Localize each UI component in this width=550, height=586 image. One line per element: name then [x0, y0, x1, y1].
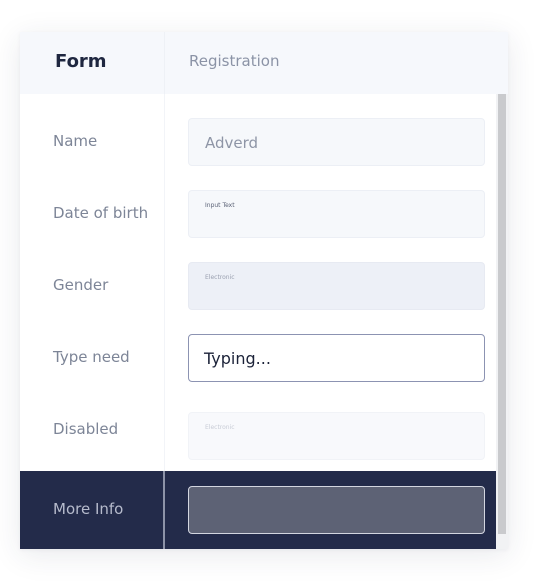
date-of-birth-field[interactable]: Input Text [188, 190, 485, 238]
type-need-label: Type need [53, 348, 130, 366]
header-divider [164, 32, 165, 94]
disabled-label: Disabled [53, 420, 119, 438]
more-info-row: More Info [20, 471, 508, 549]
disabled-field-label: Electronic [205, 424, 235, 431]
name-label: Name [53, 132, 98, 150]
vertical-scrollbar[interactable] [496, 94, 508, 549]
more-info-field[interactable] [188, 486, 485, 534]
form-title: Form [55, 51, 107, 72]
gender-field[interactable]: Electronic [188, 262, 485, 310]
type-need-field-value: Typing... [204, 349, 271, 368]
more-info-divider [163, 471, 165, 549]
name-field[interactable]: Adverd [188, 118, 485, 166]
name-field-value: Adverd [205, 134, 259, 152]
more-info-label: More Info [53, 500, 124, 518]
form-header: Form Registration [20, 32, 508, 94]
form-subtitle: Registration [189, 52, 280, 70]
registration-form-card: Form Registration Name Adverd Date of bi… [20, 32, 508, 549]
gender-field-label: Electronic [205, 274, 235, 281]
disabled-field: Electronic [188, 412, 485, 460]
type-need-field[interactable]: Typing... [188, 334, 485, 382]
date-of-birth-field-label: Input Text [205, 202, 235, 209]
label-column-divider [164, 94, 165, 471]
gender-label: Gender [53, 276, 109, 294]
scrollbar-thumb[interactable] [498, 94, 506, 534]
date-of-birth-label: Date of birth [53, 204, 149, 222]
